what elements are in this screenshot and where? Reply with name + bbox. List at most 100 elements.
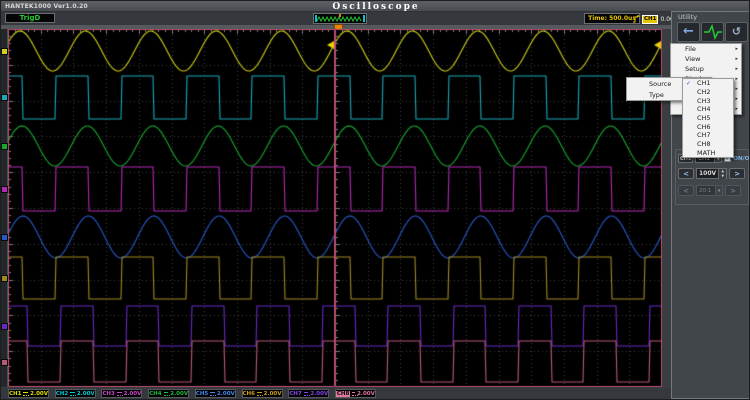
trigger-edge-icon	[633, 15, 640, 24]
waveform-display[interactable]	[8, 29, 662, 387]
menu-item-ch8[interactable]: CH8	[683, 140, 733, 149]
app-title: Oscilloscope	[1, 2, 750, 12]
trigger-status-box: TrigD	[5, 13, 55, 23]
submenu-arrow-icon: ▸	[735, 96, 738, 102]
channel-position-marker-ch1[interactable]	[1, 48, 8, 55]
probe-select: 20:1 ▼	[696, 185, 723, 196]
refresh-icon: ↺	[732, 27, 741, 37]
menu-item-label: Source	[627, 80, 671, 88]
channel-name: CH2	[56, 391, 68, 397]
checkmark-icon: ✓	[686, 80, 691, 87]
menu-item-ch3[interactable]: CH3	[683, 96, 733, 105]
menu-item-label: Type	[627, 91, 664, 99]
dc-coupling-icon	[257, 392, 262, 396]
menu-item-label: MATH	[683, 149, 715, 157]
utility-panel-title: Utility	[678, 13, 697, 21]
menu-item-label: CH6	[683, 123, 711, 131]
channel-status-bar: CH12.00VCH22.00VCH32.00VCH42.00VCH52.00V…	[1, 388, 671, 399]
scale-prev-button[interactable]: <	[678, 168, 694, 179]
back-arrow-icon: ←	[683, 27, 694, 37]
submenu-arrow-icon: ▸	[735, 106, 738, 112]
trigger-source-badge: CH1	[642, 15, 658, 24]
oscilloscope-window: HANTEK1000 Ver1.0.20 Oscilloscope TrigD …	[0, 0, 750, 400]
channel-label-ch8[interactable]: CH8 2.00V	[335, 389, 376, 398]
spinner-arrows[interactable]: ▲▼	[718, 169, 726, 179]
onoff-label: ON/OFF	[733, 156, 750, 162]
volts-per-div: 2.00V	[357, 391, 375, 397]
channel-name: CH6	[243, 391, 255, 397]
channel-label-ch6[interactable]: CH6 2.00V	[242, 389, 283, 398]
volts-per-div: 2.00V	[264, 391, 282, 397]
channel-position-marker-ch2[interactable]	[1, 94, 8, 101]
submenu-arrow-icon: ▸	[735, 76, 738, 82]
probe-value: 20:1	[697, 188, 715, 194]
channel-position-marker-ch8[interactable]	[1, 359, 8, 366]
source-submenu: ✓CH1CH2CH3CH4CH5CH6CH7CH8MATH	[682, 78, 734, 158]
channel-name: CH4	[149, 391, 161, 397]
trigger-status-label: TrigD	[20, 14, 41, 22]
menu-item-label: Setup	[671, 65, 704, 73]
spinner-down-icon[interactable]: ▼	[719, 174, 726, 179]
refresh-button[interactable]: ↺	[725, 22, 748, 42]
scale-spinner[interactable]: 100V ▲▼	[696, 168, 727, 179]
timebase-value: Time: 500.0us	[588, 15, 636, 22]
pulse-waveform-icon	[703, 24, 723, 40]
scale-next-button[interactable]: >	[729, 168, 745, 179]
menu-item-label: CH4	[683, 105, 711, 113]
channel-name: CH7	[289, 391, 301, 397]
dc-coupling-icon	[210, 392, 215, 396]
menu-item-ch5[interactable]: CH5	[683, 114, 733, 123]
channel-label-ch2[interactable]: CH2 2.00V	[55, 389, 96, 398]
dc-coupling-icon	[70, 392, 75, 396]
channel-position-marker-ch7[interactable]	[1, 323, 8, 330]
channel-label-ch1[interactable]: CH1 2.00V	[8, 389, 49, 398]
volts-per-div: 2.00V	[170, 391, 188, 397]
channel-name: CH1	[9, 391, 21, 397]
submenu-arrow-icon: ▸	[735, 46, 738, 52]
volts-per-div: 2.00V	[77, 391, 95, 397]
submenu-arrow-icon: ▸	[735, 86, 738, 92]
chevron-down-icon: ▼	[715, 186, 722, 195]
menu-item-file[interactable]: File ▸	[671, 44, 741, 54]
autoset-button[interactable]	[701, 22, 724, 42]
channel-label-ch5[interactable]: CH52.00V	[195, 389, 236, 398]
channel-marker-strip	[1, 29, 8, 387]
scale-value: 100V	[697, 170, 718, 177]
menu-item-ch2[interactable]: CH2	[683, 88, 733, 97]
dc-coupling-icon	[117, 392, 122, 396]
probe-next-button: >	[725, 185, 741, 196]
menu-item-setup[interactable]: Setup ▸	[671, 64, 741, 74]
dc-coupling-icon	[304, 392, 309, 396]
menu-item-ch1[interactable]: ✓CH1	[683, 79, 733, 88]
menu-item-label: CH2	[683, 88, 711, 96]
volts-per-div: 2.00V	[30, 391, 48, 397]
menu-item-label: View	[671, 55, 700, 63]
back-button[interactable]: ←	[677, 22, 700, 42]
channel-label-ch7[interactable]: CH7 2.00V	[288, 389, 329, 398]
menu-item-label: CH7	[683, 131, 711, 139]
menu-item-label: CH3	[683, 97, 711, 105]
menu-item-math[interactable]: MATH	[683, 149, 733, 158]
channel-label-ch4[interactable]: CH4 2.00V	[148, 389, 189, 398]
title-bar: HANTEK1000 Ver1.0.20 Oscilloscope	[1, 1, 750, 12]
dc-coupling-icon	[352, 392, 355, 396]
top-toolbar: TrigD Time: 500.0us CH1 0.00uV	[1, 12, 671, 25]
submenu-arrow-icon: ▸	[735, 66, 738, 72]
channel-position-marker-ch6[interactable]	[1, 275, 8, 282]
menu-item-view[interactable]: View▸	[671, 54, 741, 64]
volts-per-div: 2.00V	[310, 391, 328, 397]
channel-label-ch3[interactable]: CH32.00V	[101, 389, 142, 398]
menu-item-ch4[interactable]: CH4	[683, 105, 733, 114]
channel-position-marker-ch3[interactable]	[1, 186, 8, 193]
menu-item-ch7[interactable]: CH7	[683, 131, 733, 140]
channel-name: CH8	[336, 391, 350, 397]
channel-position-marker-ch5[interactable]	[1, 234, 8, 241]
volts-per-div: 2.00V	[124, 391, 142, 397]
probe-prev-button: <	[678, 185, 694, 196]
menu-item-label: File	[671, 45, 696, 53]
waveform-preview-icon	[314, 14, 366, 23]
channel-position-marker-ch4[interactable]	[1, 143, 8, 150]
menu-item-ch6[interactable]: CH6	[683, 122, 733, 131]
horizontal-position-preview[interactable]	[313, 13, 367, 24]
menu-item-label: CH5	[683, 114, 711, 122]
